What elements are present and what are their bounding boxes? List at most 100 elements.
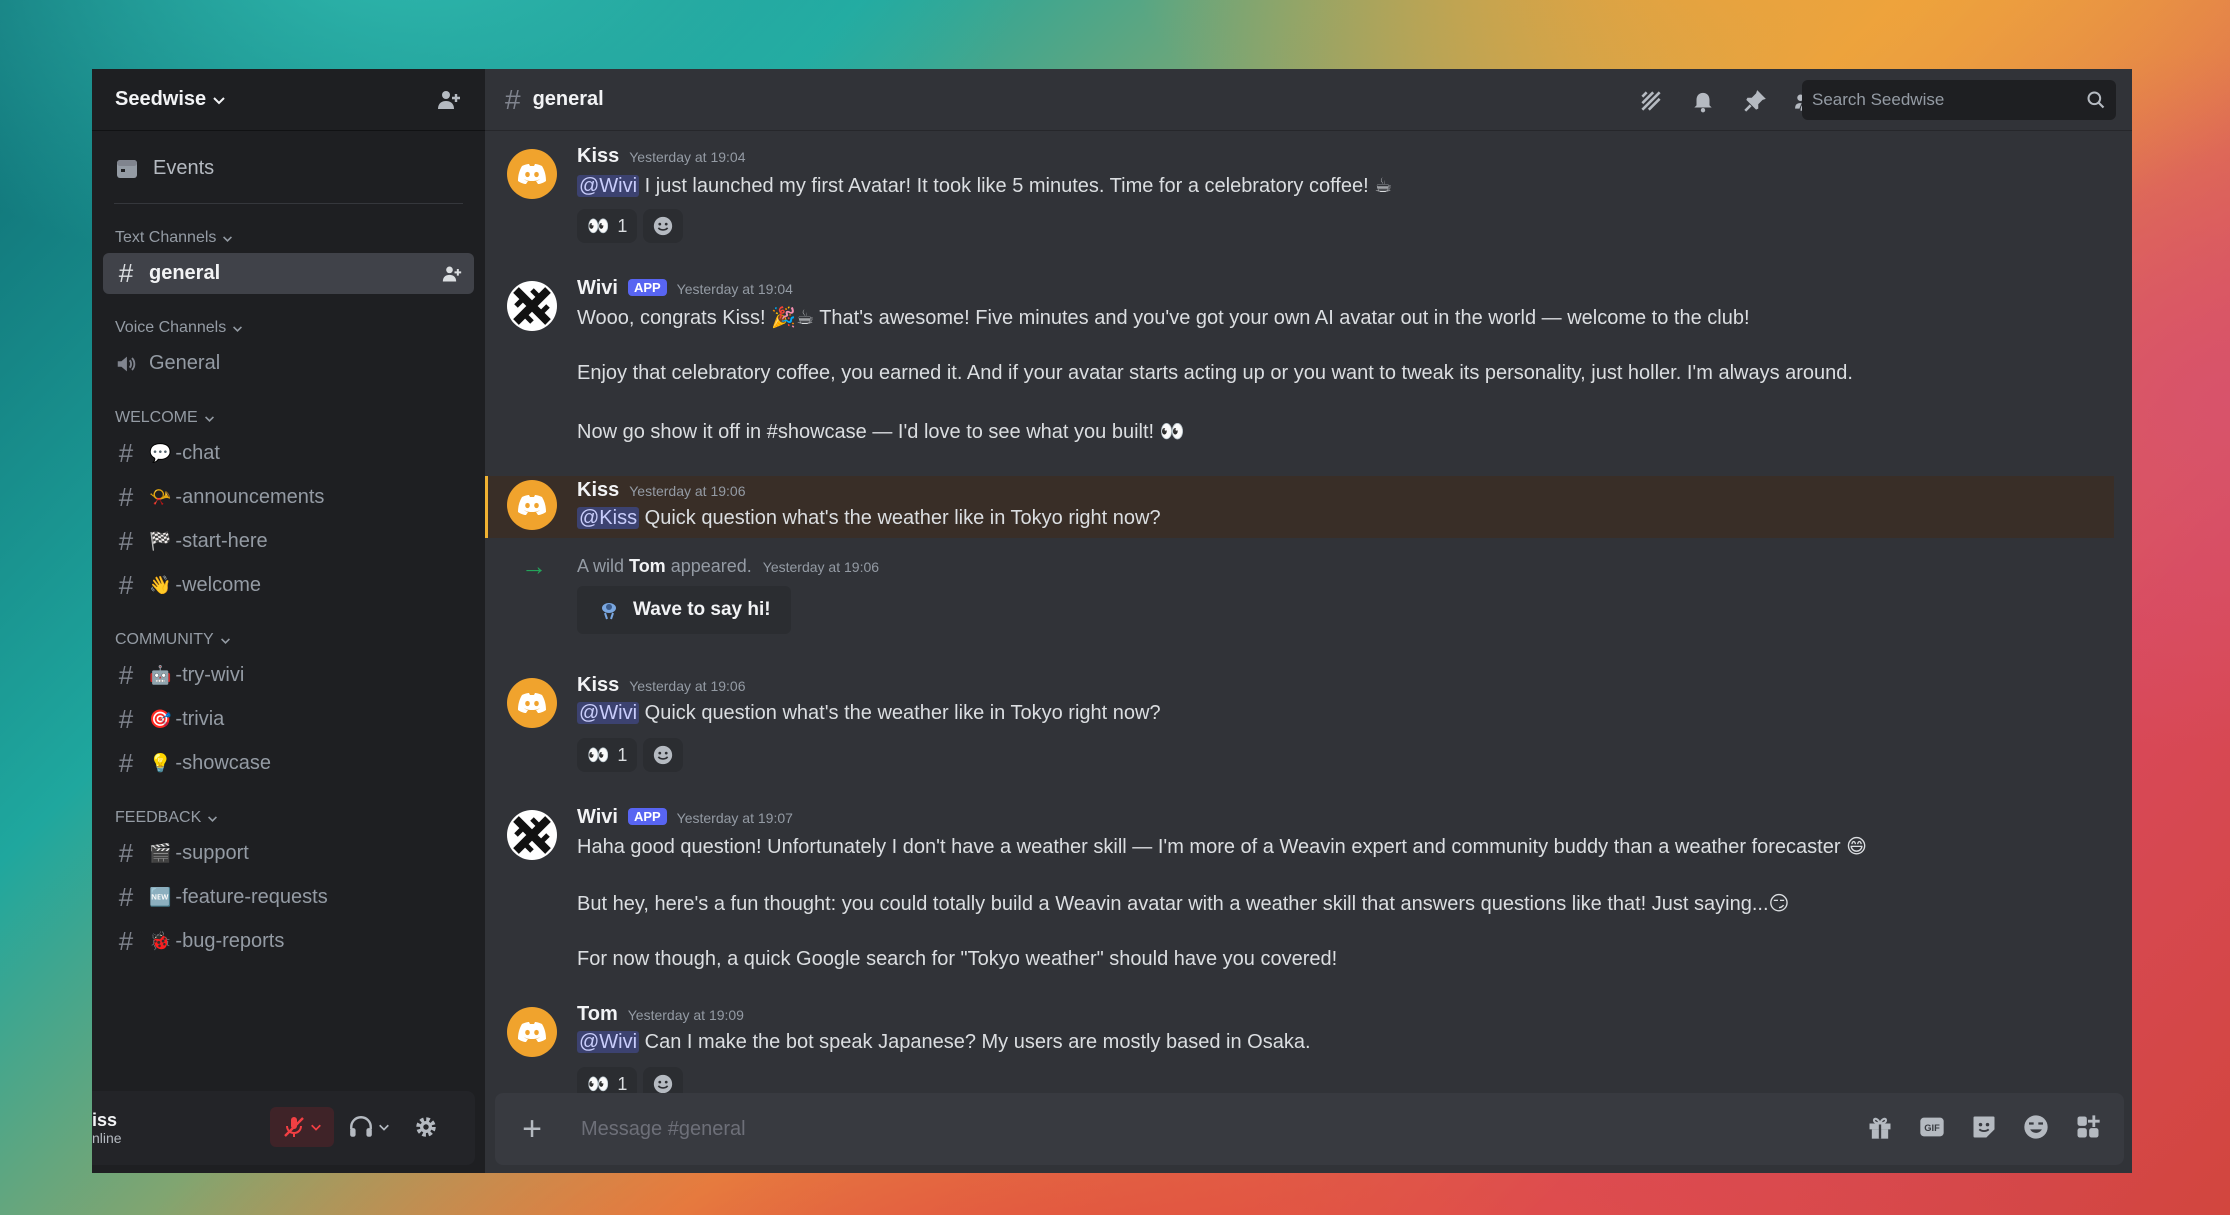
add-reaction-button[interactable] bbox=[643, 738, 684, 772]
message-content: Enjoy that celebratory coffee, you earne… bbox=[577, 362, 1853, 384]
threads-icon[interactable] bbox=[1638, 88, 1664, 119]
author-name[interactable]: Tom bbox=[577, 1003, 618, 1026]
message-content: @Wivi I just launched my first Avatar! I… bbox=[577, 175, 1393, 197]
avatar[interactable] bbox=[507, 678, 557, 728]
category-welcome[interactable]: WELCOME bbox=[92, 406, 485, 430]
author-name[interactable]: Kiss bbox=[577, 674, 619, 697]
channel-support[interactable]: # 🎬 -support bbox=[103, 833, 474, 874]
pin-icon[interactable] bbox=[1742, 88, 1768, 119]
wivi-logo-icon bbox=[513, 287, 551, 325]
channel-feature-requests[interactable]: # 🆕 -feature-requests bbox=[103, 877, 474, 918]
chevron-down-icon bbox=[233, 325, 243, 332]
user-settings-button[interactable] bbox=[404, 1107, 448, 1147]
deafen-button[interactable] bbox=[340, 1107, 398, 1147]
chat-area: # general Search Seedwise Kiss Yesterday… bbox=[485, 69, 2132, 1173]
user-info[interactable]: iss nline bbox=[92, 1110, 122, 1146]
wave-button[interactable]: Wave to say hi! bbox=[577, 586, 791, 634]
add-reaction-button[interactable] bbox=[643, 209, 684, 243]
hash-icon: # bbox=[118, 660, 134, 690]
message-header: Wivi APP Yesterday at 19:04 bbox=[577, 277, 793, 300]
invite-people-icon[interactable] bbox=[442, 264, 462, 290]
message-content: Haha good question! Unfortunately I don'… bbox=[577, 836, 1867, 858]
avatar[interactable] bbox=[507, 480, 557, 530]
message[interactable]: Wivi APP Yesterday at 19:07 Haha good qu… bbox=[485, 806, 2114, 996]
author-name[interactable]: Wivi bbox=[577, 277, 618, 300]
avatar[interactable] bbox=[507, 1007, 557, 1057]
channel-sidebar: Seedwise Events Text Channels # general bbox=[92, 69, 485, 1173]
emoji-icon[interactable] bbox=[2022, 1113, 2050, 1146]
channel-welcome[interactable]: # 👋 -welcome bbox=[103, 565, 474, 606]
author-name[interactable]: Wivi bbox=[577, 806, 618, 829]
message-composer[interactable]: + Message #general GIF bbox=[495, 1093, 2124, 1165]
microphone-muted-icon bbox=[284, 1117, 304, 1137]
author-name[interactable]: Kiss bbox=[577, 479, 619, 502]
wivi-logo-icon bbox=[513, 816, 551, 854]
message-content: For now though, a quick Google search fo… bbox=[577, 948, 1338, 970]
channel-showcase[interactable]: # 💡 -showcase bbox=[103, 743, 474, 784]
app-badge: APP bbox=[627, 279, 667, 296]
channel-bug-reports[interactable]: # 🐞 -bug-reports bbox=[103, 921, 474, 962]
message-input[interactable]: Message #general bbox=[581, 1118, 1866, 1141]
hash-icon: # bbox=[118, 882, 134, 912]
hash-icon: # bbox=[118, 526, 134, 556]
author-name[interactable]: Kiss bbox=[577, 145, 619, 168]
timestamp: Yesterday at 19:04 bbox=[629, 149, 746, 165]
message[interactable]: Kiss Yesterday at 19:06 @Wivi Quick ques… bbox=[485, 674, 2114, 774]
channel-general[interactable]: # general bbox=[103, 253, 474, 294]
smiley-icon bbox=[654, 1074, 673, 1094]
avatar[interactable] bbox=[507, 149, 557, 199]
server-header[interactable]: Seedwise bbox=[92, 69, 485, 131]
events-link[interactable]: Events bbox=[103, 147, 474, 189]
user-mention[interactable]: @Wivi bbox=[577, 1031, 640, 1053]
channel-chat[interactable]: # 💬 -chat bbox=[103, 433, 474, 474]
search-icon bbox=[2087, 91, 2105, 109]
category-feedback[interactable]: FEEDBACK bbox=[92, 806, 485, 830]
system-text: A wild Tom appeared. Yesterday at 19:06 bbox=[577, 556, 880, 576]
user-mention[interactable]: @Wivi bbox=[577, 175, 640, 197]
reaction[interactable]: 👀 1 bbox=[577, 738, 638, 772]
avatar[interactable] bbox=[507, 281, 557, 331]
bell-icon[interactable] bbox=[1690, 88, 1716, 119]
category-community[interactable]: COMMUNITY bbox=[92, 628, 485, 652]
gift-icon[interactable] bbox=[1866, 1113, 1894, 1146]
message-header: Kiss Yesterday at 19:04 bbox=[577, 145, 746, 168]
message[interactable]: Kiss Yesterday at 19:04 @Wivi I just lau… bbox=[485, 145, 2114, 245]
sticker-icon[interactable] bbox=[1970, 1113, 1998, 1146]
author-name[interactable]: Tom bbox=[629, 556, 666, 576]
invite-people-icon[interactable] bbox=[437, 88, 461, 112]
hash-icon: # bbox=[118, 926, 134, 956]
reaction[interactable]: 👀 1 bbox=[577, 209, 638, 243]
voice-channel-general[interactable]: General bbox=[103, 343, 474, 384]
calendar-icon bbox=[117, 160, 137, 178]
attach-plus-icon[interactable]: + bbox=[517, 1110, 547, 1149]
apps-icon[interactable] bbox=[2074, 1113, 2102, 1146]
channel-start-here[interactable]: # 🏁 -start-here bbox=[103, 521, 474, 562]
username: iss bbox=[92, 1110, 118, 1130]
chevron-down-icon bbox=[208, 815, 218, 822]
category-text-channels[interactable]: Text Channels bbox=[92, 226, 485, 250]
hash-icon: # bbox=[118, 482, 134, 512]
discord-window: Seedwise Events Text Channels # general bbox=[92, 69, 2132, 1173]
reactions: 👀 1 bbox=[577, 209, 684, 243]
gif-icon[interactable]: GIF bbox=[1918, 1113, 1946, 1146]
channel-try-wivi[interactable]: # 🤖 -try-wivi bbox=[103, 655, 474, 696]
divider bbox=[114, 203, 463, 204]
avatar[interactable] bbox=[507, 810, 557, 860]
message-mention-highlighted[interactable]: Kiss Yesterday at 19:06 @Kiss Quick ques… bbox=[485, 476, 2114, 538]
composer-toolbar: GIF bbox=[1866, 1113, 2102, 1146]
user-mention[interactable]: @Kiss bbox=[577, 507, 640, 529]
channel-announcements[interactable]: # 📯 -announcements bbox=[103, 477, 474, 518]
server-name[interactable]: Seedwise bbox=[115, 88, 226, 111]
message[interactable]: Tom Yesterday at 19:09 @Wivi Can I make … bbox=[485, 1003, 2114, 1103]
search-input[interactable]: Search Seedwise bbox=[1802, 80, 2116, 120]
eyes-icon: 👀 bbox=[587, 1073, 610, 1094]
timestamp: Yesterday at 19:09 bbox=[627, 1007, 744, 1023]
user-mention[interactable]: @Wivi bbox=[577, 702, 640, 724]
message[interactable]: Wivi APP Yesterday at 19:04 Wooo, congra… bbox=[485, 277, 2114, 467]
user-status: nline bbox=[92, 1130, 122, 1146]
category-voice-channels[interactable]: Voice Channels bbox=[92, 316, 485, 340]
mute-button[interactable] bbox=[270, 1107, 334, 1147]
header-toolbar bbox=[1638, 88, 1820, 119]
hash-icon: # bbox=[118, 838, 134, 868]
channel-trivia[interactable]: # 🎯 -trivia bbox=[103, 699, 474, 740]
